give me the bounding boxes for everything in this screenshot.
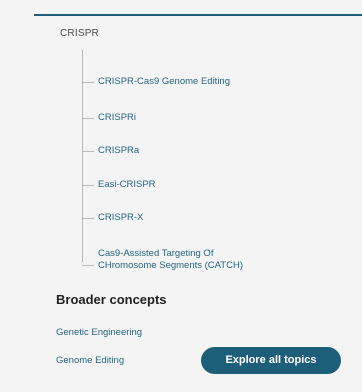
tree-item-catch-line2: CHromosome Segments (CATCH) <box>98 260 243 271</box>
broader-concepts-heading: Broader concepts <box>56 292 167 307</box>
topic-root-label: CRISPR <box>60 28 99 39</box>
tree-item-crispr-cas9[interactable]: CRISPR-Cas9 Genome Editing <box>82 76 230 88</box>
concept-genetic-engineering[interactable]: Genetic Engineering <box>56 327 142 338</box>
tree-item-easi-crispr[interactable]: Easi-CRISPR <box>82 179 156 191</box>
concept-genome-editing[interactable]: Genome Editing <box>56 355 124 366</box>
tree-item-catch-line1: Cas9-Assisted Targeting Of <box>98 248 214 259</box>
tree-item-crispri[interactable]: CRISPRi <box>82 112 136 124</box>
tree-item-crispra[interactable]: CRISPRa <box>82 145 139 157</box>
explore-all-topics-button[interactable]: Explore all topics <box>201 347 341 374</box>
tree-item-crispr-x[interactable]: CRISPR-X <box>82 212 143 224</box>
tree-item-catch[interactable]: Cas9-Assisted Targeting Of CHromosome Se… <box>82 248 243 272</box>
top-divider <box>34 14 362 16</box>
